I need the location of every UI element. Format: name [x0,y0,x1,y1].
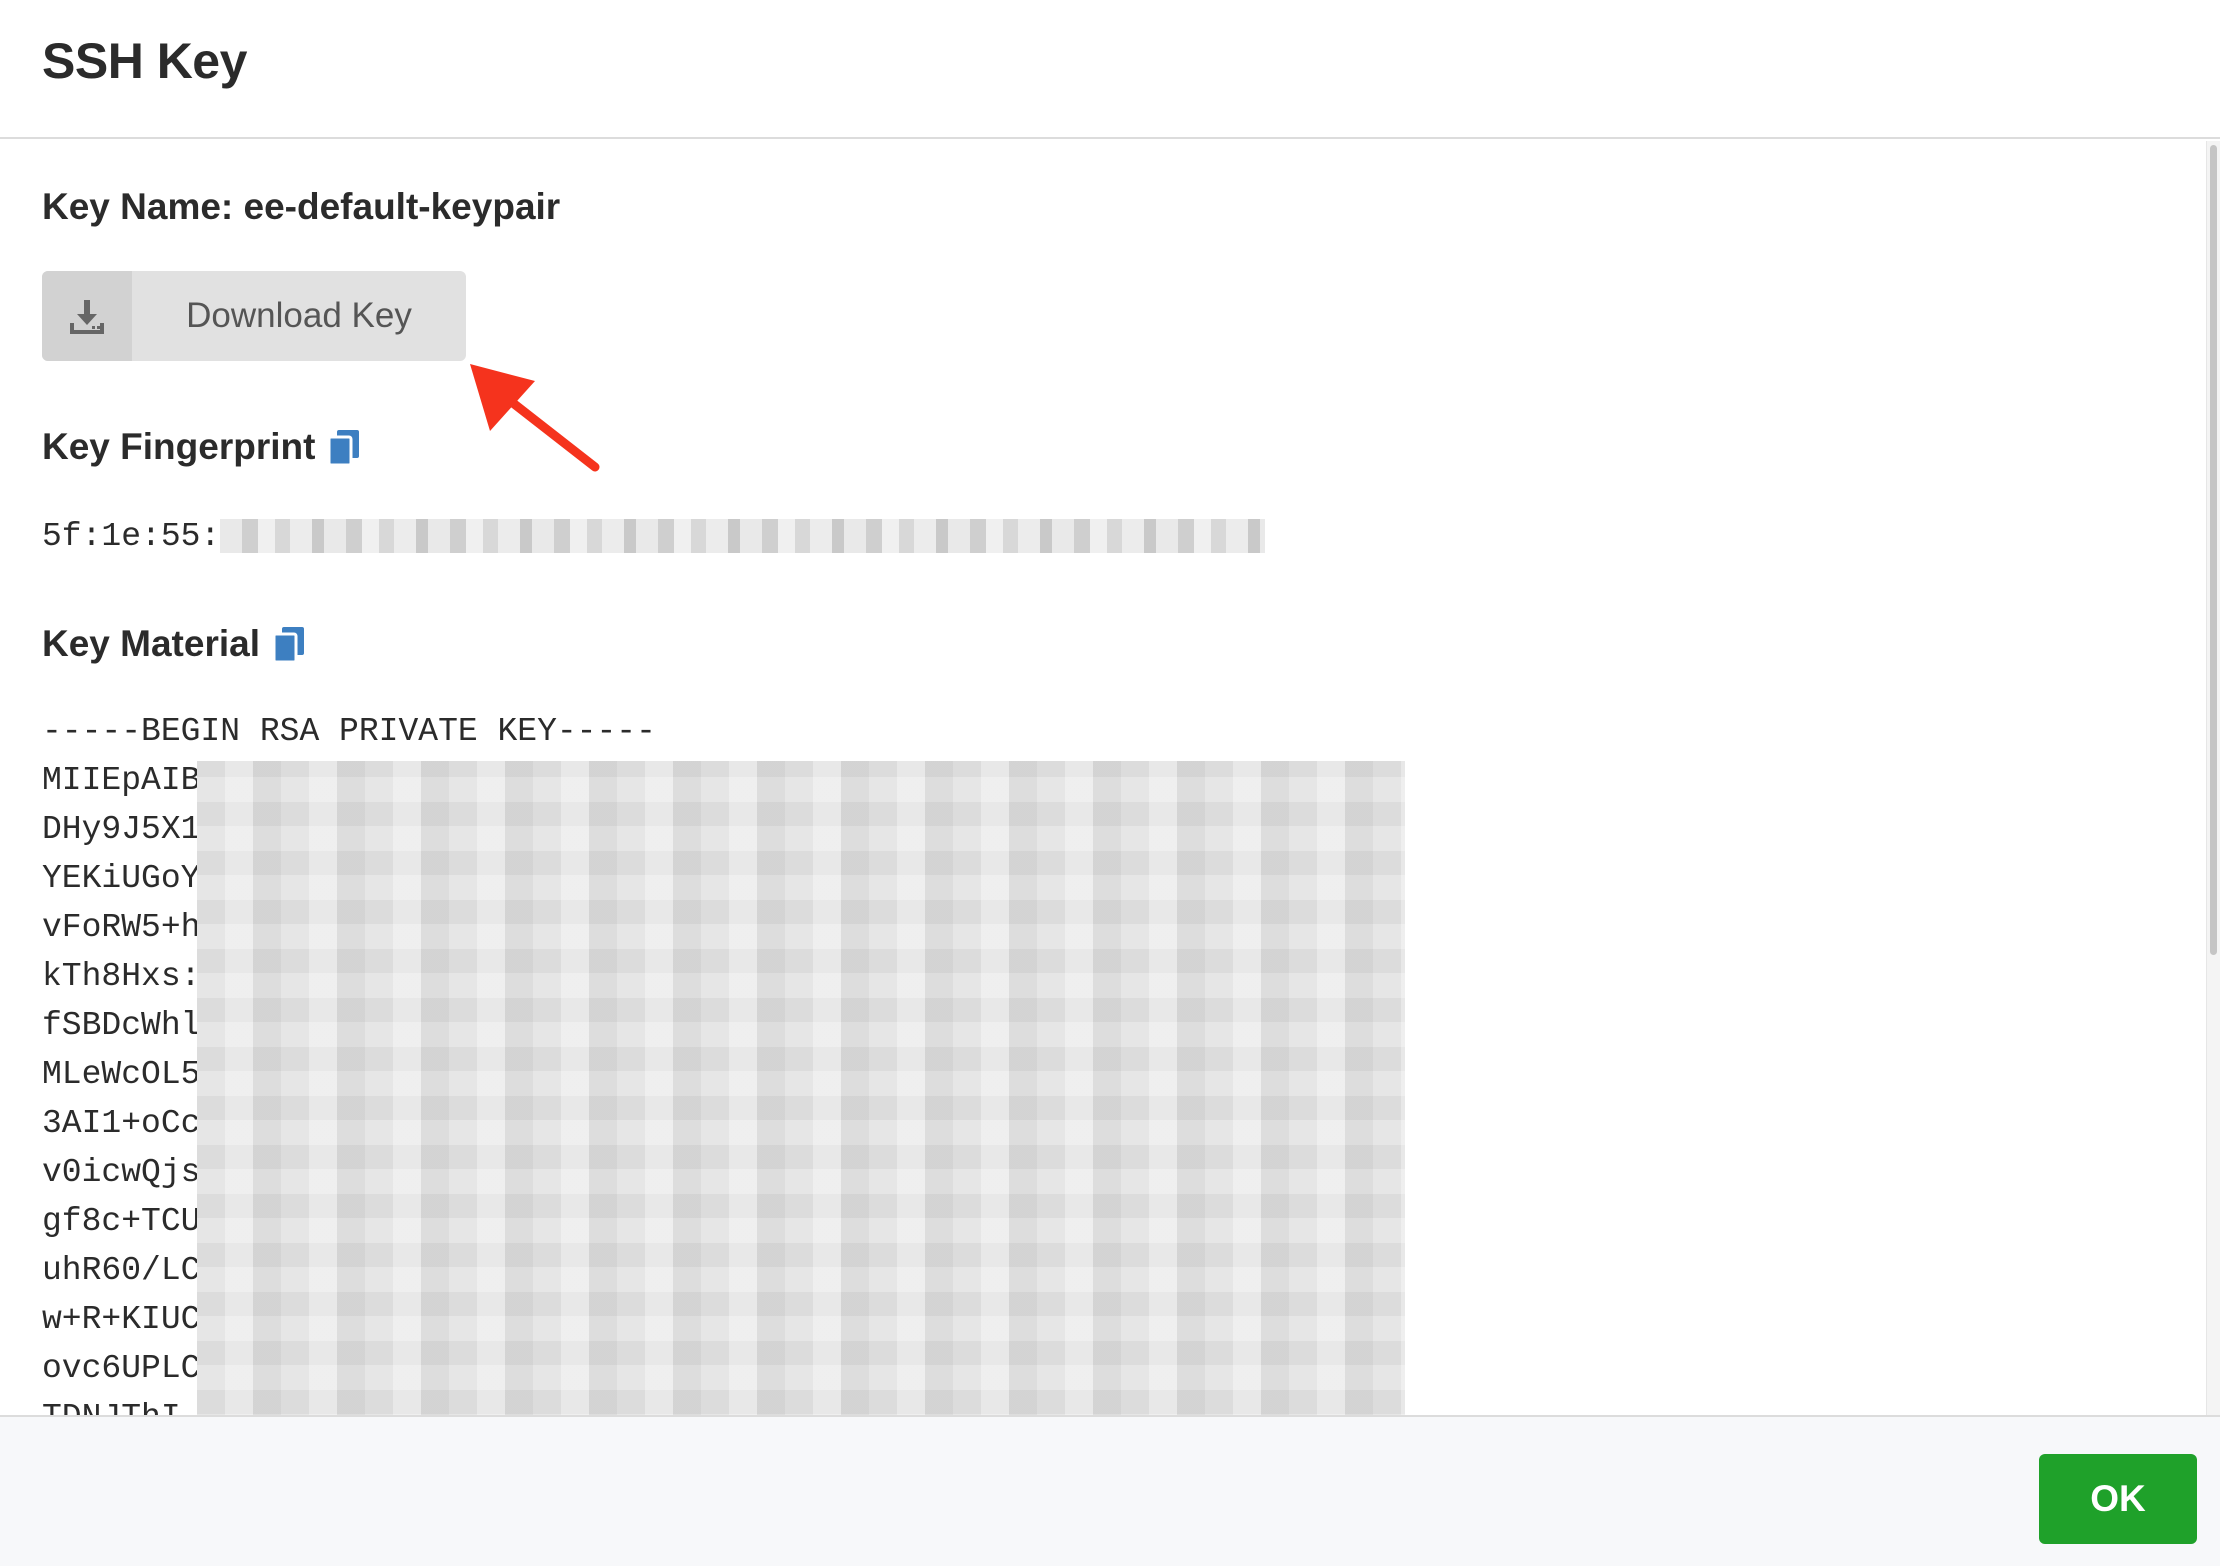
copy-material-icon[interactable] [272,625,306,664]
copy-fingerprint-icon[interactable] [327,428,361,467]
fingerprint-visible-text: 5f:1e:55: [42,517,221,555]
ssh-key-modal: SSH Key Key Name: ee-default-keypair Dow… [0,0,2220,1566]
key-fingerprint-heading: Key Fingerprint [42,426,361,468]
key-material-line: -----BEGIN RSA PRIVATE KEY----- [42,713,656,750]
modal-header: SSH Key [0,0,2220,139]
key-fingerprint-value: 5f:1e:55: [42,511,1266,561]
download-key-label: Download Key [186,296,412,335]
key-fingerprint-label: Key Fingerprint [42,426,316,467]
key-material-heading: Key Material [42,623,306,665]
fingerprint-redacted [220,519,1266,553]
download-icon [42,271,132,361]
modal-scrollbar[interactable] [2206,141,2220,1415]
key-material-redacted [197,761,1405,1415]
modal-footer: OK [0,1415,2220,1566]
red-arrow-annotation [470,364,600,472]
modal-title: SSH Key [42,33,247,89]
key-name-label: Key Name: ee-default-keypair [42,186,561,227]
ok-button[interactable]: OK [2039,1454,2197,1544]
scrollbar-thumb[interactable] [2210,145,2217,955]
download-key-button[interactable]: Download Key [42,271,466,361]
key-material-label: Key Material [42,623,260,664]
modal-body[interactable]: Key Name: ee-default-keypair Download Ke… [0,141,2206,1415]
